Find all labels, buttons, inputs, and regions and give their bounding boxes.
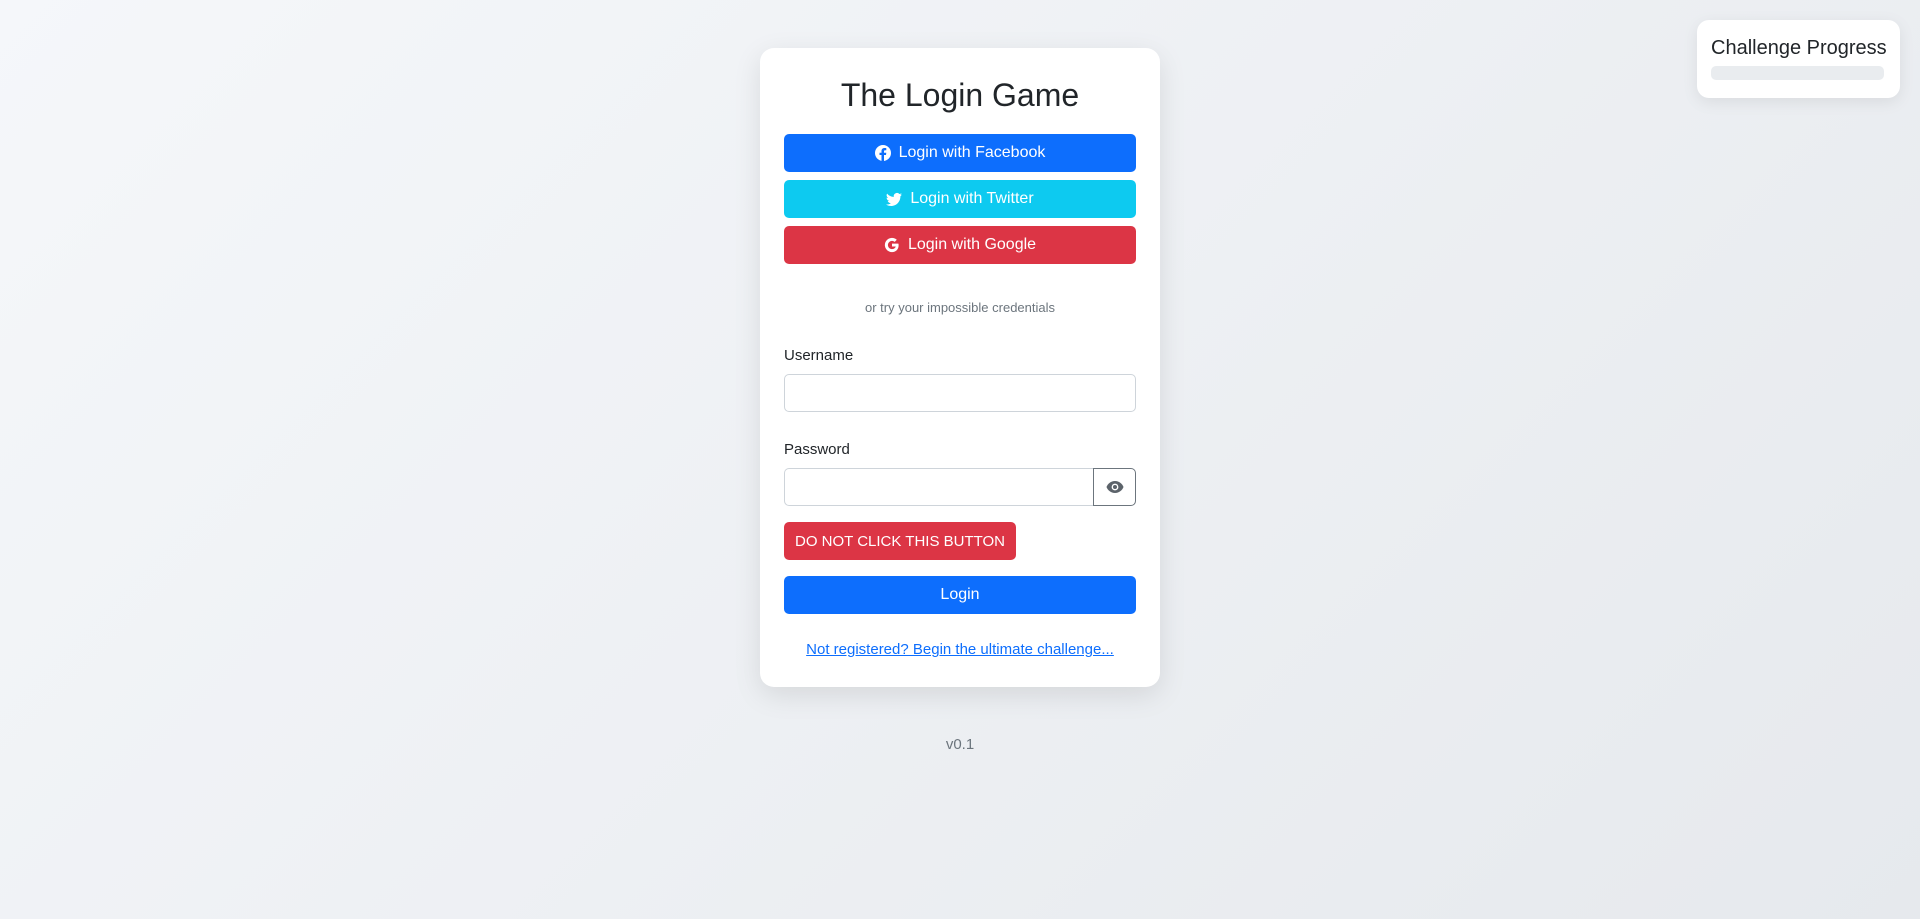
progress-title: Challenge Progress: [1711, 37, 1887, 59]
twitter-button-label: Login with Twitter: [910, 190, 1034, 207]
do-not-click-button[interactable]: DO NOT CLICK THIS BUTTON: [784, 522, 1016, 560]
page-title: The Login Game: [840, 77, 1080, 113]
login-card: The Login Game Login with Facebook Login…: [760, 48, 1160, 687]
username-input[interactable]: [784, 374, 1136, 412]
password-input[interactable]: [784, 468, 1093, 506]
login-twitter-button[interactable]: Login with Twitter: [784, 180, 1136, 218]
toggle-password-visibility-button[interactable]: [1093, 468, 1136, 506]
google-button-label: Login with Google: [907, 236, 1037, 253]
google-icon: [884, 237, 899, 253]
password-label: Password: [784, 441, 850, 458]
login-facebook-button[interactable]: Login with Facebook: [784, 134, 1136, 172]
password-group: [784, 468, 1136, 506]
twitter-icon: [886, 192, 903, 206]
divider-text: or try your impossible credentials: [864, 300, 1056, 315]
progress-bar: [1711, 66, 1884, 80]
login-google-button[interactable]: Login with Google: [784, 226, 1136, 264]
facebook-icon: [874, 145, 891, 161]
register-link[interactable]: Not registered? Begin the ultimate chall…: [784, 640, 1136, 660]
username-label: Username: [784, 347, 854, 364]
eye-icon: [1106, 481, 1123, 493]
version-text: v0.1: [945, 736, 975, 753]
facebook-button-label: Login with Facebook: [898, 144, 1046, 161]
challenge-progress-panel: Challenge Progress: [1697, 20, 1900, 98]
login-button[interactable]: Login: [784, 576, 1136, 614]
